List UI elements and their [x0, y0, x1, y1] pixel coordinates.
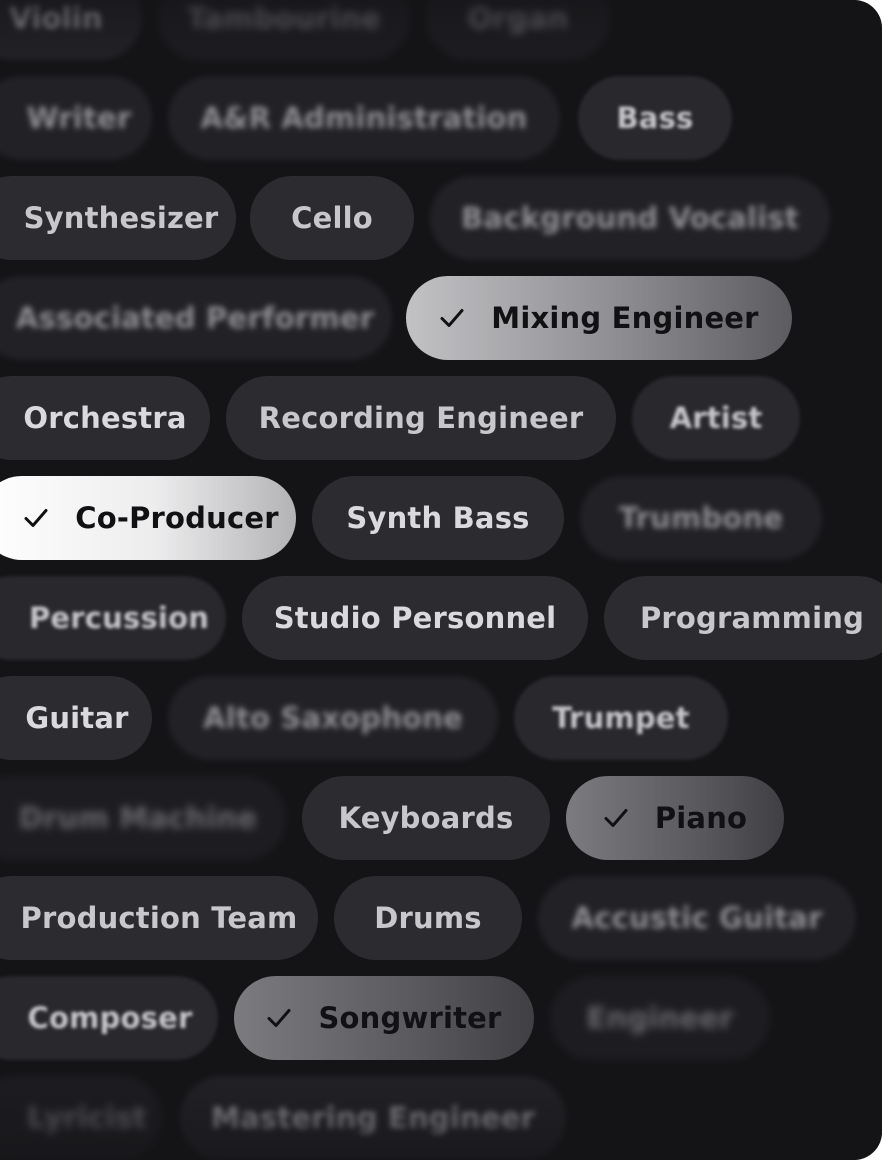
- role-chip-synth-bass[interactable]: Synth Bass: [312, 476, 564, 560]
- role-chip-piano[interactable]: Piano: [566, 776, 784, 860]
- role-chip-alto-saxophone[interactable]: Alto Saxophone: [168, 676, 498, 760]
- role-chip-composer[interactable]: Composer: [0, 976, 218, 1060]
- role-chip-lyricist[interactable]: Lyricist: [0, 1076, 162, 1160]
- role-chip-label: Lyricist: [27, 1101, 147, 1135]
- check-icon: [266, 1005, 292, 1031]
- role-chip-label: Percussion: [28, 601, 210, 635]
- role-chip-trumbone[interactable]: Trumbone: [580, 476, 822, 560]
- role-chip-violin[interactable]: Violin: [0, 0, 142, 60]
- role-chip-label: Songwriter: [318, 1001, 502, 1035]
- role-chip-label: Drums: [374, 901, 482, 935]
- role-chip-label: Mastering Engineer: [210, 1101, 535, 1135]
- role-chip-label: Writer: [26, 101, 132, 135]
- role-chip-drums[interactable]: Drums: [334, 876, 522, 960]
- role-chip-label: Recording Engineer: [258, 401, 584, 435]
- role-chip-label: Trumbone: [618, 501, 784, 535]
- role-chip-accustic-guitar[interactable]: Accustic Guitar: [538, 876, 856, 960]
- role-chip-cello[interactable]: Cello: [250, 176, 414, 260]
- role-chip-background-vocalist[interactable]: Background Vocalist: [430, 176, 830, 260]
- role-chip-label: Production Team: [20, 901, 298, 935]
- check-icon: [439, 305, 465, 331]
- role-chip-label: Alto Saxophone: [203, 701, 463, 735]
- role-chip-engineer[interactable]: Engineer: [550, 976, 770, 1060]
- role-chip-percussion[interactable]: Percussion: [0, 576, 226, 660]
- role-chip-label: Piano: [654, 801, 748, 835]
- role-chip-label: Drum Machine: [18, 801, 258, 835]
- role-chip-mixing-engineer[interactable]: Mixing Engineer: [406, 276, 792, 360]
- role-chip-label: Keyboards: [338, 801, 514, 835]
- role-chip-studio-personnel[interactable]: Studio Personnel: [242, 576, 588, 660]
- role-chip-label: Bass: [616, 101, 694, 135]
- role-chip-artist[interactable]: Artist: [632, 376, 800, 460]
- role-chip-trumpet[interactable]: Trumpet: [514, 676, 728, 760]
- role-chip-label: Artist: [669, 401, 763, 435]
- role-chip-label: Guitar: [25, 701, 129, 735]
- check-icon: [603, 805, 629, 831]
- role-chip-synthesizer[interactable]: Synthesizer: [0, 176, 236, 260]
- role-chip-writer[interactable]: Writer: [0, 76, 152, 160]
- role-chip-associated-performer[interactable]: Associated Performer: [0, 276, 392, 360]
- role-chip-label: Studio Personnel: [273, 601, 557, 635]
- role-chip-drum-machine[interactable]: Drum Machine: [0, 776, 286, 860]
- role-picker-card: Violin Tambourine Organ Writer A&R Admin…: [0, 0, 882, 1160]
- role-chip-bass[interactable]: Bass: [578, 76, 732, 160]
- role-chip-label: Cello: [291, 201, 373, 235]
- role-chip-mastering-engineer[interactable]: Mastering Engineer: [180, 1076, 566, 1160]
- role-chip-label: Orchestra: [23, 401, 187, 435]
- role-chip-orchestra[interactable]: Orchestra: [0, 376, 210, 460]
- role-chip-label: Associated Performer: [15, 301, 375, 335]
- check-icon: [23, 505, 49, 531]
- role-chip-recording-engineer[interactable]: Recording Engineer: [226, 376, 616, 460]
- role-chip-label: Programming: [639, 601, 865, 635]
- role-chip-label: A&R Administration: [200, 101, 528, 135]
- role-chip-label: Trumpet: [552, 701, 690, 735]
- role-chip-label: Background Vocalist: [461, 201, 799, 235]
- role-chip-label: Synth Bass: [346, 501, 530, 535]
- role-chip-organ[interactable]: Organ: [426, 0, 610, 60]
- role-chip-production-team[interactable]: Production Team: [0, 876, 318, 960]
- role-chip-programming[interactable]: Programming: [604, 576, 882, 660]
- role-chip-label: Mixing Engineer: [491, 301, 759, 335]
- role-chip-songwriter[interactable]: Songwriter: [234, 976, 534, 1060]
- role-chip-label: Violin: [9, 1, 103, 35]
- role-chip-label: Accustic Guitar: [571, 901, 823, 935]
- role-chip-ar-administration[interactable]: A&R Administration: [168, 76, 560, 160]
- role-chip-keyboards[interactable]: Keyboards: [302, 776, 550, 860]
- role-chip-label: Organ: [467, 1, 569, 35]
- role-chip-label: Composer: [27, 1001, 193, 1035]
- role-chip-guitar[interactable]: Guitar: [0, 676, 152, 760]
- role-chip-label: Tambourine: [187, 1, 381, 35]
- role-chip-label: Engineer: [586, 1001, 734, 1035]
- role-chip-label: Co-Producer: [75, 501, 279, 535]
- role-chip-co-producer[interactable]: Co-Producer: [0, 476, 296, 560]
- role-chip-tambourine[interactable]: Tambourine: [158, 0, 410, 60]
- role-chip-label: Synthesizer: [23, 201, 219, 235]
